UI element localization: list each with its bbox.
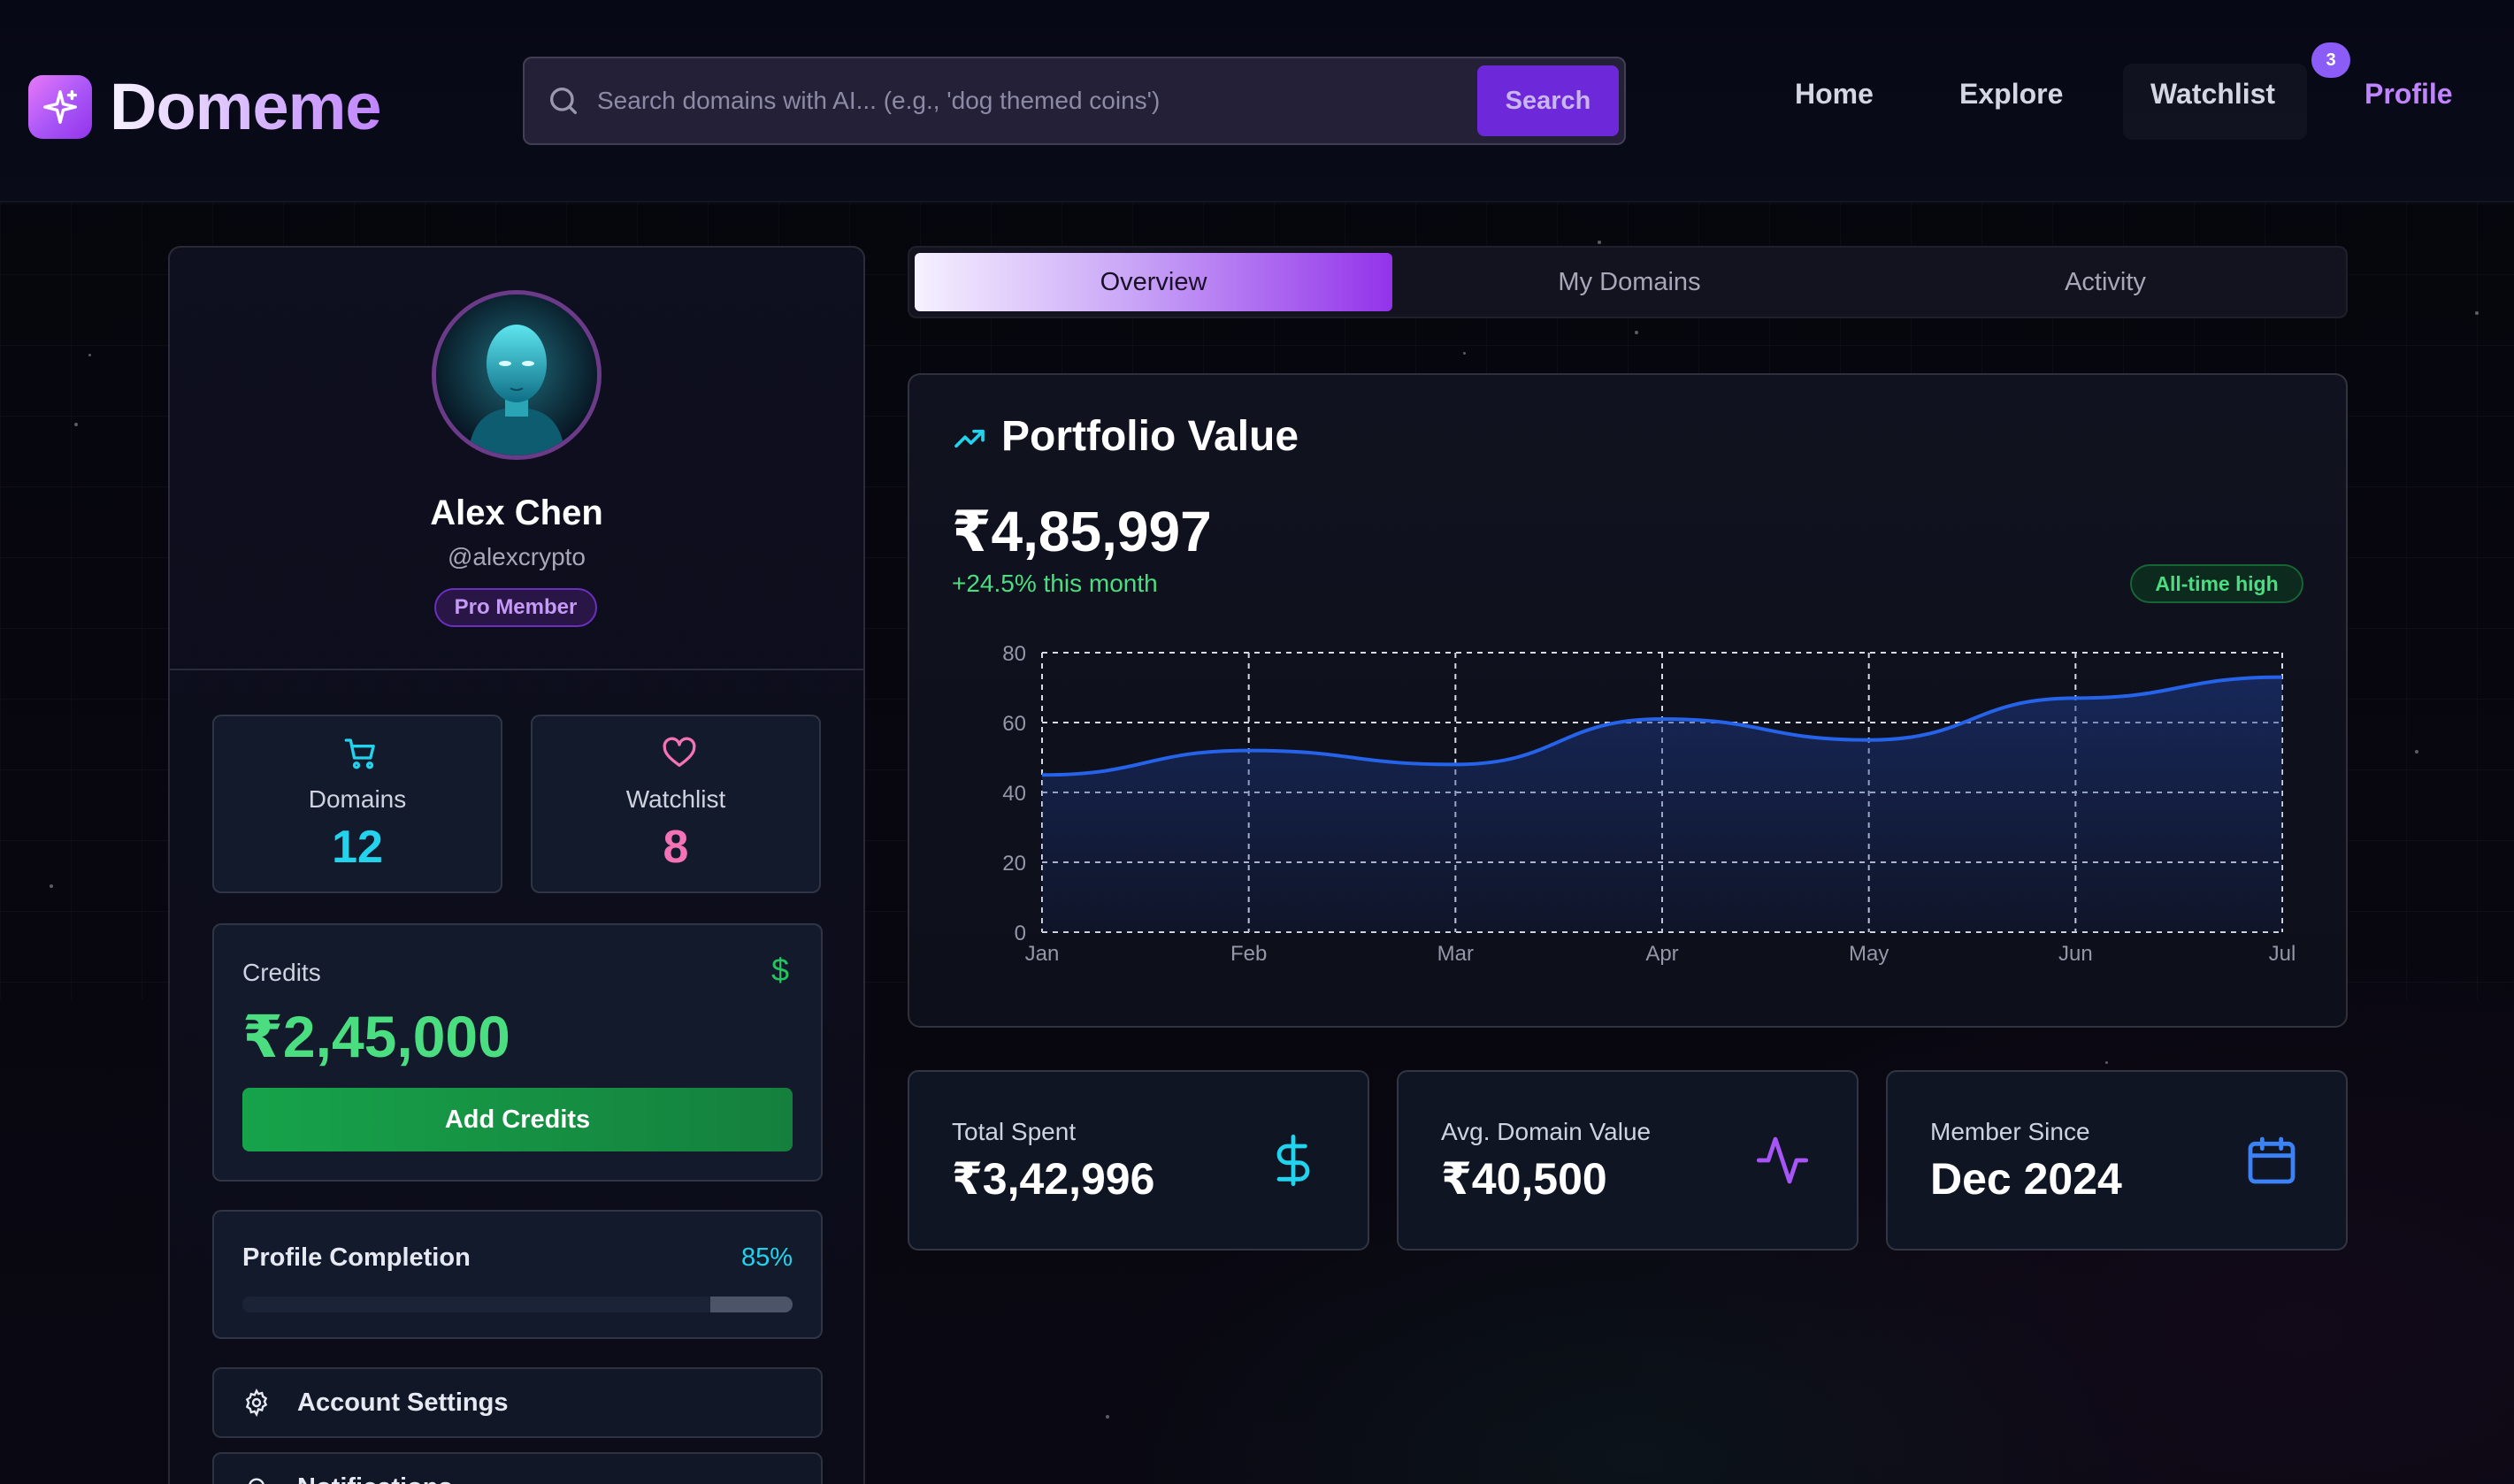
search-icon <box>550 88 577 114</box>
member-since-value: Dec 2024 <box>1930 1154 2122 1204</box>
avg-domain-value-card: Avg. Domain Value ₹40,500 <box>1397 1070 1859 1251</box>
calendar-icon <box>2248 1136 2296 1184</box>
series-area <box>1042 677 2282 932</box>
bell-icon <box>249 1478 264 1484</box>
watchlist-stat-card[interactable]: Watchlist 8 <box>531 715 821 893</box>
total-spent-label: Total Spent <box>952 1118 1077 1145</box>
domains-count: 12 <box>332 822 383 873</box>
watchlist-label: Watchlist <box>625 785 726 813</box>
activity-icon <box>1756 1136 1809 1184</box>
star <box>88 354 91 356</box>
add-credits-button[interactable]: Add Credits <box>242 1088 793 1151</box>
star <box>2105 1061 2108 1064</box>
nav-home[interactable]: Home <box>1795 78 1874 111</box>
profile-panel: Alex Chen @alexcrypto Pro Member Domains… <box>168 246 865 1484</box>
completion-label: Profile Completion <box>242 1243 471 1272</box>
divider <box>170 669 863 670</box>
profile-tabs: Overview My Domains Activity <box>908 246 2348 318</box>
nav-watchlist[interactable]: Watchlist <box>2150 78 2275 111</box>
portfolio-chart: 020406080Jan Feb Mar Apr May Jun Jul <box>1002 642 2296 966</box>
brand-name: Domeme <box>110 70 382 143</box>
sparkle-icon <box>28 74 92 139</box>
notifications-button[interactable]: Notifications <box>212 1452 823 1484</box>
profile-completion-card: Profile Completion 85% <box>212 1210 823 1339</box>
x-tick-label: Jun <box>2058 942 2093 966</box>
domains-stat-card[interactable]: Domains 12 <box>212 715 502 893</box>
avatar[interactable] <box>432 290 602 460</box>
star <box>2415 750 2418 753</box>
completion-progress-bar <box>242 1297 793 1312</box>
member-since-label: Member Since <box>1930 1118 2090 1145</box>
user-name: Alex Chen <box>430 493 603 532</box>
membership-badge: Pro Member <box>434 588 597 627</box>
progress-fill <box>242 1297 710 1312</box>
account-settings-button[interactable]: Account Settings <box>212 1367 823 1438</box>
tab-my-domains[interactable]: My Domains <box>1391 253 1868 311</box>
nav-explore[interactable]: Explore <box>1959 78 2063 111</box>
avg-value-label: Avg. Domain Value <box>1441 1118 1652 1145</box>
tab-overview[interactable]: Overview <box>915 253 1392 311</box>
brand[interactable]: Domeme <box>28 69 382 144</box>
search-bar: Search <box>523 57 1626 145</box>
search-button[interactable]: Search <box>1477 65 1619 136</box>
star <box>1106 1415 1109 1419</box>
x-tick-label: Feb <box>1230 942 1267 966</box>
star <box>50 884 53 888</box>
y-tick-label: 20 <box>1002 852 1026 876</box>
x-tick-label: May <box>1849 942 1889 966</box>
credits-card: Credits $ ₹2,45,000 Add Credits <box>212 923 823 1182</box>
dollar-icon <box>1276 1134 1310 1187</box>
portfolio-value-card: Portfolio Value ₹4,85,997 +24.5% this mo… <box>908 373 2348 1028</box>
search-input[interactable] <box>597 87 1624 115</box>
x-tick-label: Jan <box>1025 942 1060 966</box>
star <box>1598 241 1601 244</box>
heart-icon <box>663 737 696 767</box>
y-tick-label: 60 <box>1002 712 1026 736</box>
cart-icon <box>344 738 375 769</box>
nav-profile[interactable]: Profile <box>2365 78 2453 111</box>
total-spent-value: ₹3,42,996 <box>952 1154 1155 1204</box>
completion-percent: 85% <box>740 1243 793 1272</box>
x-tick-label: Mar <box>1437 942 1474 966</box>
x-tick-label: Apr <box>1645 942 1678 966</box>
watchlist-count: 8 <box>663 822 689 873</box>
star <box>1463 352 1466 355</box>
avg-value-value: ₹40,500 <box>1441 1154 1607 1204</box>
star <box>74 423 78 426</box>
star <box>1635 331 1638 334</box>
total-spent-card: Total Spent ₹3,42,996 <box>908 1070 1369 1251</box>
y-tick-label: 80 <box>1002 642 1026 666</box>
x-tick-label: Jul <box>2269 942 2296 966</box>
watchlist-count-badge: 3 <box>2311 42 2350 78</box>
member-since-card: Member Since Dec 2024 <box>1886 1070 2348 1251</box>
user-handle: @alexcrypto <box>447 543 586 570</box>
top-header: Domeme Search Home Explore Watchlist 3 P… <box>0 0 2514 203</box>
credits-balance: ₹2,45,000 <box>242 1004 510 1069</box>
domains-label: Domains <box>308 785 407 813</box>
progress-remaining <box>709 1297 793 1312</box>
gear-icon <box>245 1388 268 1417</box>
account-settings-label: Account Settings <box>297 1388 509 1417</box>
star <box>2475 311 2479 315</box>
notifications-label: Notifications <box>297 1473 453 1484</box>
credits-label: Credits <box>242 959 321 986</box>
y-tick-label: 40 <box>1002 782 1026 806</box>
tab-activity[interactable]: Activity <box>1866 253 2344 311</box>
dollar-icon: $ <box>770 952 789 988</box>
